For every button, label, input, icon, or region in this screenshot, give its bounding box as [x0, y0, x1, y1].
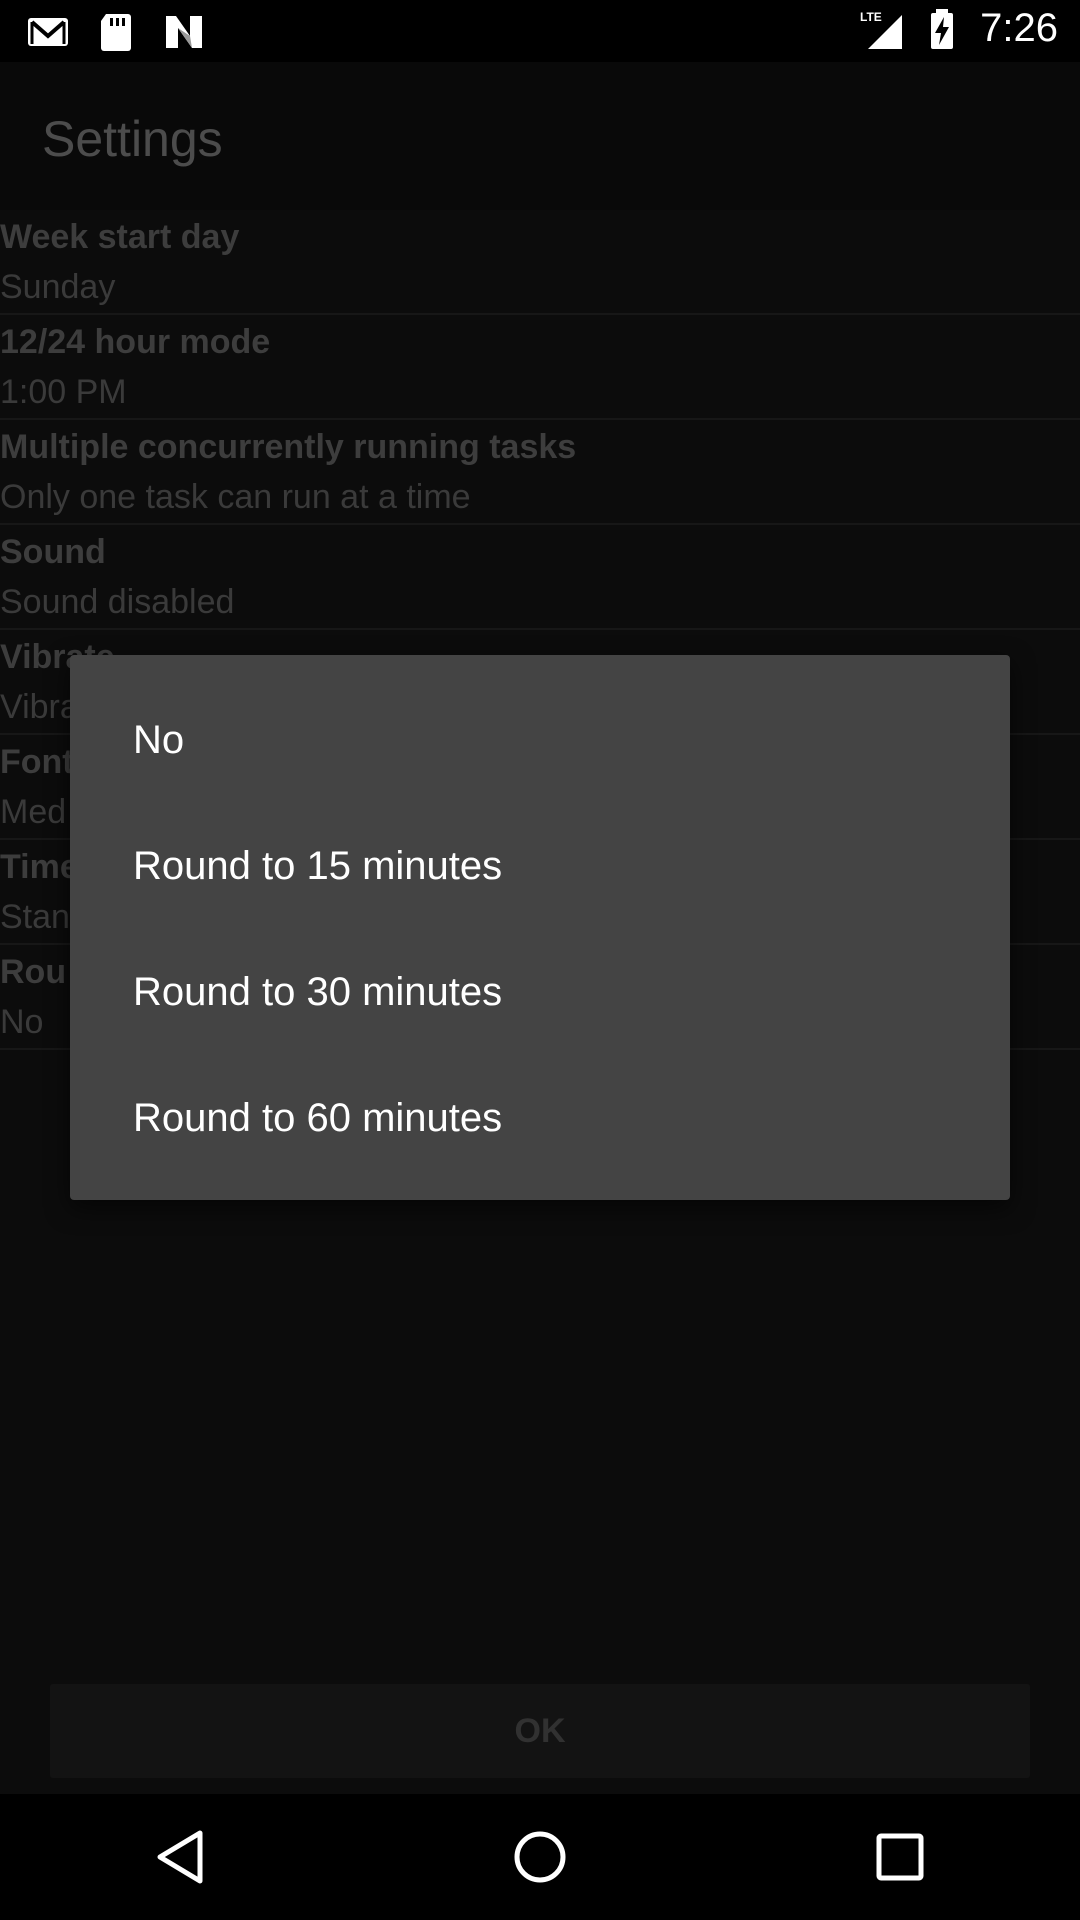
- home-circle-icon: [514, 1831, 566, 1883]
- recents-button[interactable]: [865, 1822, 935, 1892]
- svg-text:LTE: LTE: [860, 10, 882, 24]
- status-time: 7:26: [980, 6, 1058, 50]
- back-triangle-icon: [157, 1830, 203, 1884]
- navigation-bar: [0, 1794, 1080, 1920]
- dialog-option-round-15[interactable]: Round to 15 minutes: [70, 803, 1010, 929]
- recents-square-icon: [876, 1833, 924, 1881]
- dialog-option-round-60[interactable]: Round to 60 minutes: [70, 1055, 1010, 1181]
- gmail-icon: [28, 18, 68, 46]
- dialog-option-no[interactable]: No: [70, 677, 1010, 803]
- sd-card-icon: [101, 14, 131, 51]
- n-icon: [166, 16, 202, 48]
- rounding-options-dialog: No Round to 15 minutes Round to 30 minut…: [70, 655, 1010, 1200]
- lte-signal-icon: LTE: [860, 10, 903, 49]
- home-button[interactable]: [505, 1822, 575, 1892]
- dialog-option-round-30[interactable]: Round to 30 minutes: [70, 929, 1010, 1055]
- back-button[interactable]: [145, 1822, 215, 1892]
- battery-charging-icon: [931, 8, 954, 49]
- status-bar: LTE 7:26: [0, 0, 1080, 62]
